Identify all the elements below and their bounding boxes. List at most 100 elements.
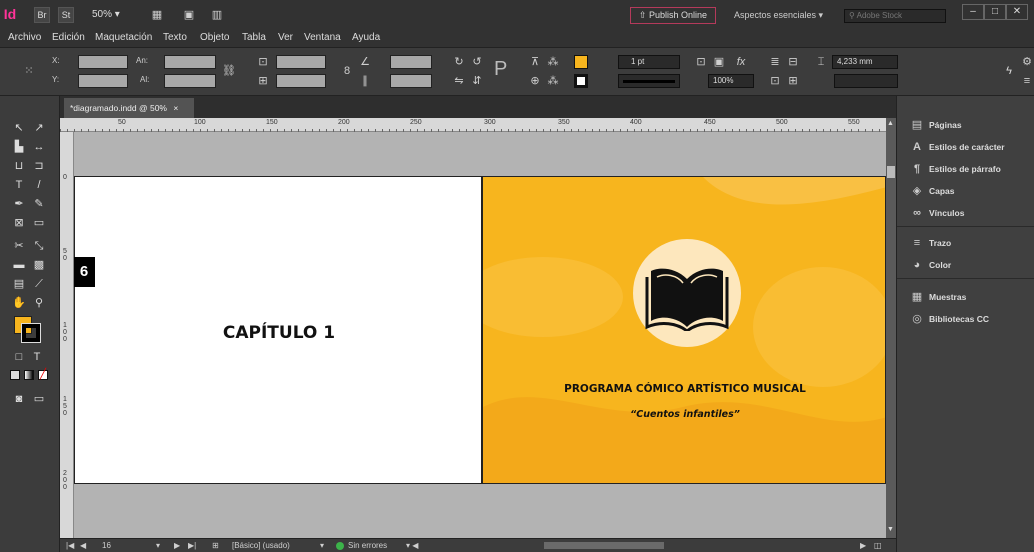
zoom-tool-icon[interactable]: ⚲ <box>32 296 46 310</box>
panel-color[interactable]: ◕ Color <box>897 254 1034 276</box>
panel-pages[interactable]: ▤ Páginas <box>897 114 1034 136</box>
frame-fitting-icon[interactable]: ⊡ <box>694 55 708 69</box>
page-tool-icon[interactable]: ▙ <box>12 140 26 154</box>
scroll-down-icon[interactable]: ▼ <box>887 526 894 533</box>
flip-vertical-icon[interactable]: ⇵ <box>470 74 484 88</box>
panel-menu-icon[interactable]: ≡ <box>1020 74 1034 88</box>
eyedropper-tool-icon[interactable]: ⟋ <box>32 277 46 291</box>
x-field[interactable] <box>78 55 128 69</box>
width-field[interactable] <box>164 55 216 69</box>
page-number-field[interactable]: 16 <box>102 541 111 550</box>
rotate-ccw-icon[interactable]: ↺ <box>470 55 484 69</box>
first-page-icon[interactable]: |◀ <box>66 541 74 550</box>
base-style-label[interactable]: [Básico] (usado) <box>232 541 290 550</box>
y-field[interactable] <box>78 74 128 88</box>
selection-tool-icon[interactable]: ↖ <box>12 121 26 135</box>
bridge-button[interactable]: Br <box>34 7 50 23</box>
close-tab-icon[interactable]: × <box>173 103 178 113</box>
pen-tool-icon[interactable]: ✒ <box>12 197 26 211</box>
close-button[interactable]: ✕ <box>1006 4 1028 20</box>
panel-settings-icon[interactable]: ⚙ <box>1020 55 1034 69</box>
style-dropdown[interactable] <box>834 74 898 88</box>
menu-maquetacion[interactable]: Maquetación <box>95 32 152 43</box>
formatting-container-icon[interactable]: □ <box>12 350 26 364</box>
panel-swatches[interactable]: ▦ Muestras <box>897 286 1034 308</box>
normal-mode-icon[interactable]: ◙ <box>12 392 26 406</box>
menu-texto[interactable]: Texto <box>163 32 187 43</box>
panel-stroke[interactable]: ≡ Trazo <box>897 232 1034 254</box>
scale-x-field[interactable] <box>276 55 326 69</box>
menu-archivo[interactable]: Archivo <box>8 32 41 43</box>
right-page[interactable]: PROGRAMA CÓMICO ARTÍSTICO MUSICAL “Cuent… <box>482 176 886 484</box>
view-options-icon[interactable]: ▦ <box>150 8 164 22</box>
horizontal-scrollbar-thumb[interactable] <box>544 542 664 549</box>
left-page[interactable]: 6 CAPÍTULO 1 <box>74 176 482 484</box>
stroke-type-dropdown[interactable] <box>618 74 680 88</box>
rotate-cw-icon[interactable]: ↻ <box>452 55 466 69</box>
stroke-swatch[interactable] <box>574 74 588 88</box>
align-icon[interactable]: ≣ <box>768 55 782 69</box>
hand-tool-icon[interactable]: ✋ <box>12 296 26 310</box>
preflight-menu-icon[interactable]: ▾ ◀ <box>406 541 418 550</box>
gradient-swatch-tool-icon[interactable]: ▬ <box>12 258 26 272</box>
document-tab[interactable]: *diagramado.indd @ 50% × <box>64 98 194 118</box>
scale-y-field[interactable] <box>276 74 326 88</box>
fit-content-icon[interactable]: ⊡ <box>768 74 782 88</box>
publish-online-button[interactable]: ⇧ Publish Online <box>630 7 716 24</box>
pencil-tool-icon[interactable]: ✎ <box>32 197 46 211</box>
next-page-icon[interactable]: ▶ <box>174 541 180 550</box>
menu-ayuda[interactable]: Ayuda <box>352 32 380 43</box>
dimension-field[interactable]: 4,233 mm <box>832 55 898 69</box>
style-dropdown-icon[interactable]: ▾ <box>320 541 324 550</box>
constrain-proportions-icon[interactable]: ⛓ <box>222 64 236 78</box>
stroke-color-icon[interactable] <box>21 323 41 343</box>
workspace-switcher[interactable]: Aspectos esenciales ▾ <box>734 10 823 21</box>
select-previous-icon[interactable]: ⊕ <box>528 74 542 88</box>
stroke-weight-field[interactable]: 1 pt <box>618 55 680 69</box>
direct-selection-tool-icon[interactable]: ↗ <box>32 121 46 135</box>
menu-ventana[interactable]: Ventana <box>304 32 341 43</box>
adobe-stock-search[interactable]: ⚲ Adobe Stock <box>844 9 946 23</box>
content-collector-icon[interactable]: ⊔ <box>12 159 26 173</box>
rectangle-tool-icon[interactable]: ▭ <box>32 216 46 230</box>
line-tool-icon[interactable]: / <box>32 178 46 192</box>
height-field[interactable] <box>164 74 216 88</box>
lightning-icon[interactable]: ϟ <box>1002 64 1016 78</box>
select-container-icon[interactable]: ⊼ <box>528 55 542 69</box>
formatting-text-icon[interactable]: T <box>30 350 44 364</box>
previous-page-icon[interactable]: ◀ <box>80 541 86 550</box>
split-window-icon[interactable]: ◫ <box>874 541 882 550</box>
vertical-scrollbar[interactable]: ▲ ▼ <box>886 118 896 538</box>
stock-button[interactable]: St <box>58 7 74 23</box>
scissors-tool-icon[interactable]: ✂ <box>12 239 26 253</box>
fit-frame-icon[interactable]: ⊞ <box>786 74 800 88</box>
shear-field[interactable] <box>390 74 432 88</box>
menu-tabla[interactable]: Tabla <box>242 32 266 43</box>
minimize-button[interactable]: – <box>962 4 984 20</box>
document-canvas[interactable]: 6 CAPÍTULO 1 PROGRAMA CÓMICO ARTÍSTICO M… <box>74 132 886 538</box>
panel-layers[interactable]: ◈ Capas <box>897 180 1034 202</box>
select-content-icon[interactable]: ⁂ <box>546 55 560 69</box>
maximize-button[interactable]: □ <box>984 4 1006 20</box>
distribute-icon[interactable]: ⊟ <box>786 55 800 69</box>
gradient-feather-tool-icon[interactable]: ▩ <box>32 258 46 272</box>
type-tool-icon[interactable]: T <box>12 178 26 192</box>
preflight-status-label[interactable]: Sin errores <box>348 541 387 550</box>
panel-character-styles[interactable]: A Estilos de carácter <box>897 136 1034 158</box>
note-tool-icon[interactable]: ▤ <box>12 277 26 291</box>
reference-point-icon[interactable]: ⁙ <box>22 64 36 78</box>
free-transform-tool-icon[interactable]: ⤡ <box>32 239 46 253</box>
rectangle-frame-tool-icon[interactable]: ⊠ <box>12 216 26 230</box>
arrange-documents-icon[interactable]: ▥ <box>210 8 224 22</box>
screen-mode-icon[interactable]: ▣ <box>182 8 196 22</box>
fill-swatch[interactable] <box>574 55 588 69</box>
opacity-field[interactable]: 100% <box>708 74 754 88</box>
scroll-right-icon[interactable]: ▶ <box>860 541 866 550</box>
menu-ver[interactable]: Ver <box>278 32 293 43</box>
shadow-icon[interactable]: ▣ <box>712 55 726 69</box>
content-placer-icon[interactable]: ⊐ <box>32 159 46 173</box>
effects-fx-icon[interactable]: fx <box>734 55 748 69</box>
page-dropdown-icon[interactable]: ▾ <box>156 541 160 550</box>
apply-color-icon[interactable] <box>10 370 20 380</box>
scrollbar-thumb[interactable] <box>887 166 895 178</box>
